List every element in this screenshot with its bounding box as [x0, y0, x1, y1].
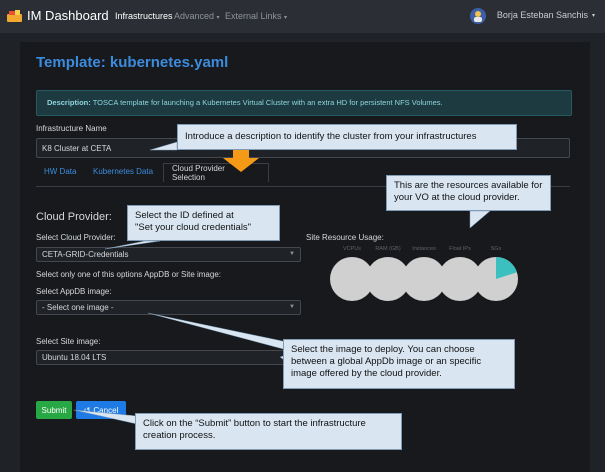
page-title: Template: kubernetes.yaml: [36, 54, 229, 71]
nav-infrastructures[interactable]: Infrastructures: [115, 11, 173, 21]
appdb-image-select[interactable]: - Select one image - ▼: [36, 300, 301, 315]
brand-title: IM Dashboard: [27, 8, 109, 23]
infra-name-value: K8 Cluster at CETA: [42, 143, 112, 153]
callout-submit: Click on the “Submit” button to start th…: [135, 413, 402, 450]
orange-down-arrow-icon: [223, 150, 259, 172]
cloud-provider-label: Select Cloud Provider:: [36, 233, 116, 242]
tab-hw-data[interactable]: HW Data: [44, 167, 76, 176]
callout-resources: This are the resources available for you…: [386, 175, 551, 211]
cancel-label: Cancel: [93, 405, 119, 415]
usage-label-0: VCPUs: [342, 246, 362, 252]
submit-label: Submit: [41, 405, 67, 415]
cloud-provider-value: CETA-GRID-Credentials: [42, 250, 129, 259]
dashboard-logo-icon: [7, 9, 22, 22]
cancel-button[interactable]: ↺ Cancel: [76, 401, 126, 419]
callout-credentials: Select the ID defined at "Set your cloud…: [127, 205, 280, 241]
user-name: Borja Esteban Sanchis: [496, 10, 588, 20]
nav-advanced[interactable]: Advanced ▾: [174, 11, 220, 21]
cloud-provider-select[interactable]: CETA-GRID-Credentials ▼: [36, 247, 301, 262]
submit-button[interactable]: Submit: [36, 401, 72, 419]
cloud-provider-heading: Cloud Provider:: [36, 211, 112, 223]
site-image-label: Select Site image:: [36, 337, 101, 346]
callout-credentials-line2: "Set your cloud credentials": [135, 222, 252, 233]
image-option-note: Select only one of this options AppDB or…: [36, 270, 221, 279]
infra-name-label: Infrastructure Name: [36, 124, 107, 133]
callout-credentials-line1: Select the ID defined at: [135, 210, 234, 221]
chevron-down-icon: ▼: [289, 304, 295, 310]
callout-description: Introduce a description to identify the …: [177, 124, 517, 150]
site-image-select[interactable]: Ubuntu 18.04 LTS ▼: [36, 350, 301, 365]
undo-icon: ↺: [83, 405, 91, 415]
appdb-image-label: Select AppDB image:: [36, 287, 112, 296]
appdb-image-value: - Select one image -: [42, 303, 114, 312]
user-menu[interactable]: Borja Esteban Sanchis ▾: [497, 10, 595, 20]
site-image-value: Ubuntu 18.04 LTS: [42, 353, 107, 362]
usage-label-1: RAM (GB): [375, 246, 401, 252]
callout-image: Select the image to deploy. You can choo…: [283, 339, 515, 389]
navbar: IM Dashboard Infrastructures Advanced ▾ …: [0, 0, 605, 33]
usage-label-4: SGs: [490, 246, 502, 252]
chevron-down-icon: ▾: [284, 15, 288, 21]
description-alert: Description: TOSCA template for launchin…: [36, 90, 572, 116]
chevron-down-icon: ▾: [591, 12, 595, 19]
brand[interactable]: IM Dashboard: [6, 8, 109, 23]
usage-label-2: Instances: [412, 246, 436, 252]
tab-kubernetes-data[interactable]: Kubernetes Data: [93, 167, 153, 176]
resource-usage-title: Site Resource Usage:: [306, 233, 384, 242]
chevron-down-icon: ▼: [289, 251, 295, 257]
usage-label-3: Float IPs: [449, 246, 471, 252]
description-text: Description: TOSCA template for launchin…: [47, 98, 443, 107]
nav-external-links[interactable]: External Links ▾: [225, 11, 287, 21]
avatar[interactable]: [470, 8, 486, 24]
chevron-down-icon: ▾: [216, 15, 220, 21]
